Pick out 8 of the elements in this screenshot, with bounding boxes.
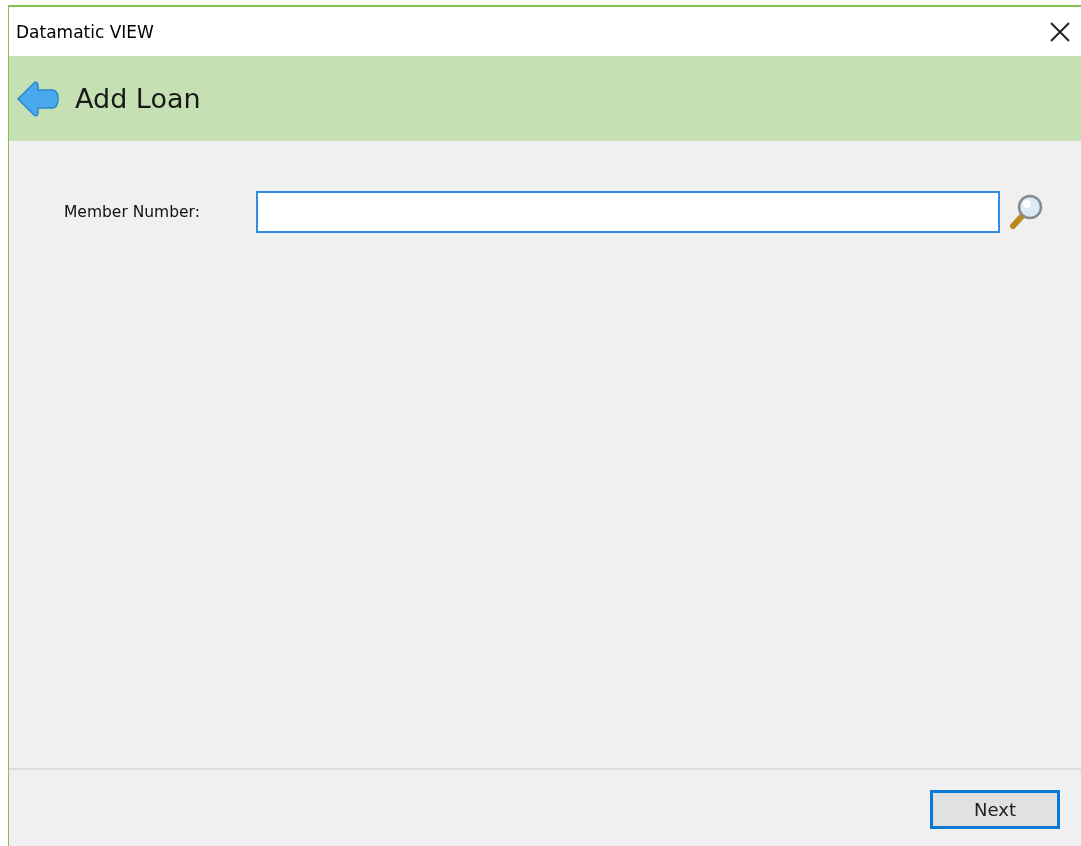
input-field[interactable] xyxy=(256,191,1000,233)
close-icon[interactable] xyxy=(1049,20,1071,43)
page-title: Add Loan xyxy=(75,83,201,114)
back-arrow-icon[interactable] xyxy=(16,79,60,118)
next-button[interactable]: Next xyxy=(930,789,1060,829)
search-icon[interactable] xyxy=(1008,193,1044,231)
field-label: Member Number: xyxy=(64,203,201,221)
window-title: Datamatic VIEW xyxy=(16,21,154,42)
